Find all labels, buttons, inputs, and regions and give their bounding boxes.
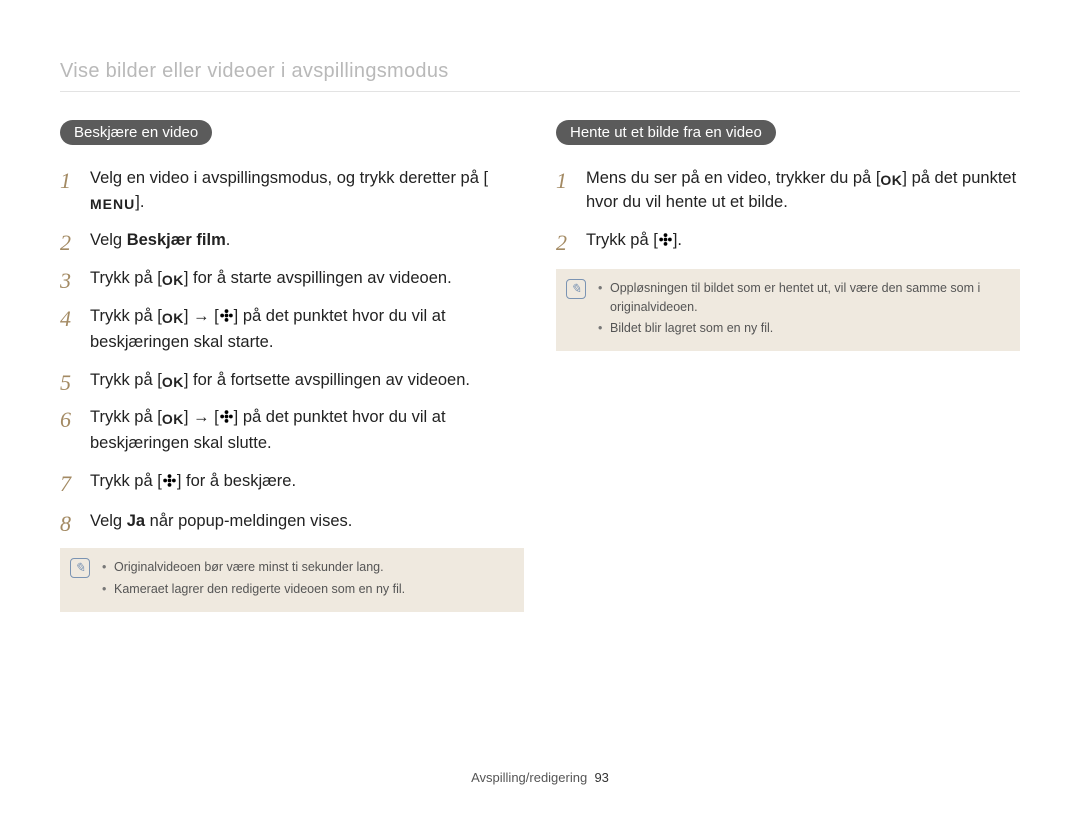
ok-icon: OK — [880, 170, 902, 190]
left-steps: Velg en video i avspillingsmodus, og try… — [60, 167, 524, 534]
step-2: Velg Beskjær film. — [60, 229, 524, 253]
ok-icon: OK — [162, 270, 184, 290]
note-item: Bildet blir lagret som en ny fil. — [598, 319, 1006, 338]
step-8: Velg Ja når popup-meldingen vises. — [60, 510, 524, 534]
section-heading-right: Hente ut et bilde fra en video — [556, 120, 776, 145]
ok-icon: OK — [162, 409, 184, 429]
two-column-layout: Beskjære en video Velg en video i avspil… — [60, 120, 1020, 612]
right-steps: Mens du ser på en video, trykker du på [… — [556, 167, 1020, 255]
right-column: Hente ut et bilde fra en video Mens du s… — [556, 120, 1020, 612]
step-2: Trykk på []. — [556, 229, 1020, 255]
step-1: Mens du ser på en video, trykker du på [… — [556, 167, 1020, 215]
manual-page: Vise bilder eller videoer i avspillingsm… — [0, 0, 1080, 815]
left-column: Beskjære en video Velg en video i avspil… — [60, 120, 524, 612]
breadcrumb: Vise bilder eller videoer i avspillingsm… — [60, 60, 1020, 83]
left-note-box: ✎ Originalvideoen bør være minst ti seku… — [60, 548, 524, 612]
note-icon: ✎ — [566, 279, 586, 299]
macro-flower-icon — [219, 307, 234, 331]
step-3: Trykk på [OK] for å starte avspillingen … — [60, 267, 524, 291]
ok-icon: OK — [162, 372, 184, 392]
step-1: Velg en video i avspillingsmodus, og try… — [60, 167, 524, 215]
section-heading-left: Beskjære en video — [60, 120, 212, 145]
ok-icon: OK — [162, 308, 184, 328]
note-item: Originalvideoen bør være minst ti sekund… — [102, 558, 405, 577]
left-note-list: Originalvideoen bør være minst ti sekund… — [102, 558, 405, 602]
footer-section: Avspilling/redigering — [471, 770, 587, 785]
step-7: Trykk på [] for å beskjære. — [60, 470, 524, 496]
right-note-box: ✎ Oppløsningen til bildet som er hentet … — [556, 269, 1020, 351]
step-4: Trykk på [OK] → [] på det punktet hvor d… — [60, 305, 524, 355]
step-5: Trykk på [OK] for å fortsette avspilling… — [60, 369, 524, 393]
right-note-list: Oppløsningen til bildet som er hentet ut… — [598, 279, 1006, 341]
page-footer: Avspilling/redigering 93 — [0, 770, 1080, 785]
note-item: Kameraet lagrer den redigerte videoen so… — [102, 580, 405, 599]
menu-icon: MENU — [90, 194, 135, 214]
macro-flower-icon — [658, 231, 673, 255]
macro-flower-icon — [219, 408, 234, 432]
macro-flower-icon — [162, 472, 177, 496]
step-6: Trykk på [OK] → [] på det punktet hvor d… — [60, 406, 524, 456]
note-icon: ✎ — [70, 558, 90, 578]
page-number: 93 — [594, 770, 608, 785]
note-item: Oppløsningen til bildet som er hentet ut… — [598, 279, 1006, 317]
divider — [60, 91, 1020, 92]
